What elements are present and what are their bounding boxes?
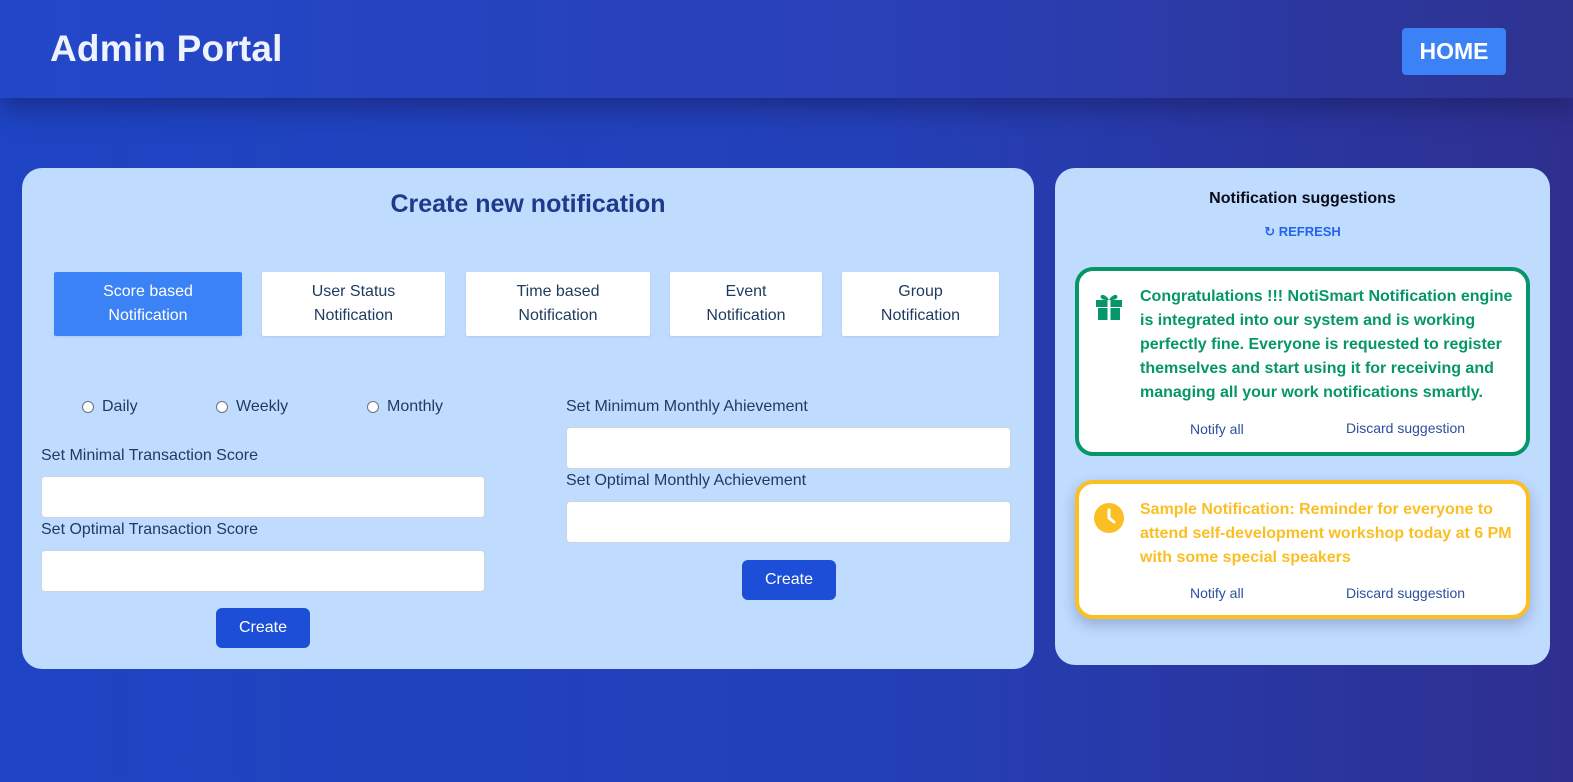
tab-group[interactable]: Group Notification xyxy=(842,272,999,336)
discard-suggestion-button[interactable]: Discard suggestion xyxy=(1346,585,1465,601)
tab-user-status[interactable]: User Status Notification xyxy=(262,272,445,336)
radio-monthly[interactable]: Monthly xyxy=(367,398,443,416)
discard-suggestion-button[interactable]: Discard suggestion xyxy=(1346,420,1465,436)
tab-label-line2: Notification xyxy=(108,307,188,324)
create-notification-title: Create new notification xyxy=(390,190,666,218)
notify-all-button[interactable]: Notify all xyxy=(1190,421,1244,437)
home-button[interactable]: HOME xyxy=(1402,28,1506,75)
optimal-transaction-input[interactable] xyxy=(41,550,485,592)
create-button-right[interactable]: Create xyxy=(742,560,836,600)
create-notification-card: Create new notification Score based Notif… xyxy=(22,168,1034,669)
gift-icon xyxy=(1096,294,1122,320)
top-navbar: Admin Portal HOME xyxy=(0,0,1573,98)
tab-label-line2: Notification xyxy=(313,307,394,324)
tab-label-line1: User Status xyxy=(311,283,396,300)
suggestion-text: Congratulations !!! NotiSmart Notificati… xyxy=(1140,288,1513,401)
suggestion-text: Sample Notification: Reminder for everyo… xyxy=(1140,501,1512,566)
suggestions-title: Notification suggestions xyxy=(1209,190,1396,207)
create-button-left[interactable]: Create xyxy=(216,608,310,648)
radio-label: Weekly xyxy=(236,398,289,415)
minimal-transaction-input[interactable] xyxy=(41,476,485,518)
radio-daily[interactable]: Daily xyxy=(82,398,138,416)
refresh-button[interactable]: ↻ REFRESH xyxy=(1055,224,1550,240)
suggestion-card: Congratulations !!! NotiSmart Notificati… xyxy=(1075,267,1530,456)
suggestion-card: Sample Notification: Reminder for everyo… xyxy=(1075,480,1530,619)
minimum-monthly-label: Set Minimum Monthly Ahievement xyxy=(566,398,808,415)
notification-suggestions-card: Notification suggestions ↻ REFRESH Congr… xyxy=(1055,168,1550,665)
radio-weekly[interactable]: Weekly xyxy=(216,398,288,416)
minimum-monthly-input[interactable] xyxy=(566,427,1011,469)
minimal-transaction-label: Set Minimal Transaction Score xyxy=(41,447,258,464)
radio-button[interactable] xyxy=(82,401,94,413)
radio-button[interactable] xyxy=(367,401,379,413)
tab-label-line1: Score based xyxy=(103,283,193,300)
radio-label: Daily xyxy=(102,398,138,415)
tab-score-based[interactable]: Score based Notification xyxy=(54,272,242,336)
tab-label-line1: Time based xyxy=(516,283,600,300)
notify-all-button[interactable]: Notify all xyxy=(1190,585,1244,601)
radio-label: Monthly xyxy=(387,398,444,415)
tab-label-line2: Notification xyxy=(518,307,598,324)
clock-icon xyxy=(1094,503,1124,533)
optimal-monthly-input[interactable] xyxy=(566,501,1011,543)
tab-label-line1: Group xyxy=(898,283,943,300)
radio-button[interactable] xyxy=(216,401,228,413)
app-title: Admin Portal xyxy=(50,28,283,69)
tab-label-line2: Notification xyxy=(706,307,786,324)
tab-label-line1: Event xyxy=(725,283,767,300)
optimal-transaction-label: Set Optimal Transaction Score xyxy=(41,521,258,538)
tab-label-line2: Notification xyxy=(880,307,961,324)
tab-time-based[interactable]: Time based Notification xyxy=(466,272,650,336)
tab-event[interactable]: Event Notification xyxy=(670,272,822,336)
optimal-monthly-label: Set Optimal Monthly Achievement xyxy=(566,472,807,489)
